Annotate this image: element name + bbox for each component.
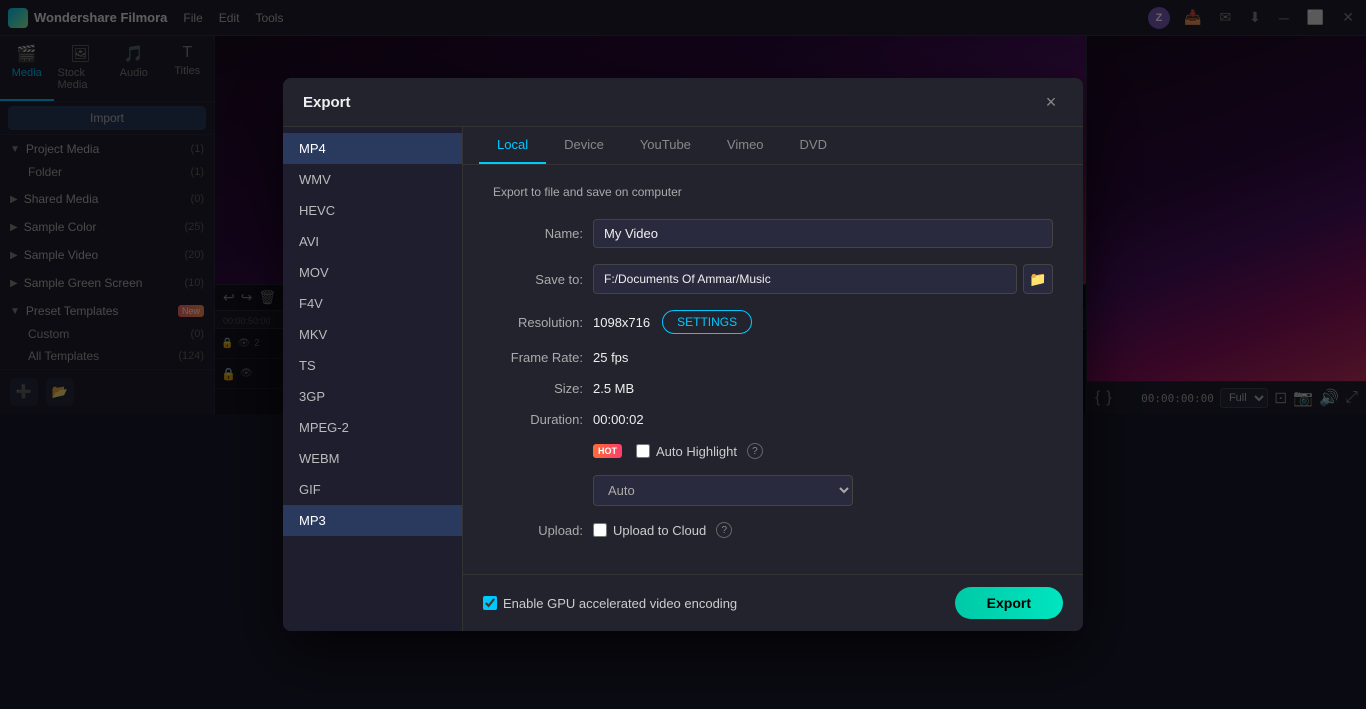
format-wmv[interactable]: WMV: [283, 164, 462, 195]
format-3gp[interactable]: 3GP: [283, 381, 462, 412]
form-row-upload: Upload: Upload to Cloud ?: [493, 522, 1053, 538]
gpu-label[interactable]: Enable GPU accelerated video encoding: [503, 596, 737, 611]
form-row-auto-highlight: HOT Auto Highlight ?: [493, 443, 1053, 459]
form-row-duration: Duration: 00:00:02: [493, 412, 1053, 427]
auto-highlight-checkbox[interactable]: [636, 444, 650, 458]
modal-close-btn[interactable]: ×: [1039, 90, 1063, 114]
name-label: Name:: [493, 226, 583, 241]
format-mov[interactable]: MOV: [283, 257, 462, 288]
tab-local[interactable]: Local: [479, 127, 546, 164]
upload-label: Upload:: [493, 523, 583, 538]
format-gif[interactable]: GIF: [283, 474, 462, 505]
save-path-container: 📁: [593, 264, 1053, 294]
size-label: Size:: [493, 381, 583, 396]
export-subtitle: Export to file and save on computer: [493, 185, 1053, 199]
modal-title: Export: [303, 94, 1039, 111]
auto-highlight-row: HOT Auto Highlight ?: [593, 443, 763, 459]
duration-label: Duration:: [493, 412, 583, 427]
save-path-input[interactable]: [593, 264, 1017, 294]
tab-vimeo[interactable]: Vimeo: [709, 127, 782, 164]
format-ts[interactable]: TS: [283, 350, 462, 381]
tab-dvd[interactable]: DVD: [782, 127, 845, 164]
export-form: Export to file and save on computer Name…: [463, 165, 1083, 574]
form-row-resolution: Resolution: 1098x716 SETTINGS: [493, 310, 1053, 334]
format-list: MP4 WMV HEVC AVI MOV F4V MKV TS 3GP MPEG…: [283, 127, 463, 631]
frame-rate-value: 25 fps: [593, 350, 628, 365]
modal-overlay[interactable]: Export × MP4 WMV HEVC AVI MOV F4V MKV TS…: [0, 0, 1366, 709]
modal-content: Local Device YouTube Vimeo DVD Export to…: [463, 127, 1083, 631]
form-row-name: Name:: [493, 219, 1053, 248]
format-mp4[interactable]: MP4: [283, 133, 462, 164]
form-row-size: Size: 2.5 MB: [493, 381, 1053, 396]
format-webm[interactable]: WEBM: [283, 443, 462, 474]
duration-value: 00:00:02: [593, 412, 644, 427]
gpu-checkbox[interactable]: [483, 596, 497, 610]
auto-highlight-help-icon[interactable]: ?: [747, 443, 763, 459]
save-to-label: Save to:: [493, 272, 583, 287]
upload-to-cloud-label[interactable]: Upload to Cloud: [613, 523, 706, 538]
auto-select-dropdown[interactable]: Auto: [593, 475, 853, 506]
format-hevc[interactable]: HEVC: [283, 195, 462, 226]
format-mkv[interactable]: MKV: [283, 319, 462, 350]
format-avi[interactable]: AVI: [283, 226, 462, 257]
format-f4v[interactable]: F4V: [283, 288, 462, 319]
upload-cloud-row: Upload to Cloud ?: [593, 522, 732, 538]
format-mp3[interactable]: MP3: [283, 505, 462, 536]
name-input[interactable]: [593, 219, 1053, 248]
form-row-save-to: Save to: 📁: [493, 264, 1053, 294]
size-value: 2.5 MB: [593, 381, 634, 396]
resolution-label: Resolution:: [493, 315, 583, 330]
modal-body: MP4 WMV HEVC AVI MOV F4V MKV TS 3GP MPEG…: [283, 127, 1083, 631]
auto-highlight-label[interactable]: Auto Highlight: [656, 444, 737, 459]
upload-help-icon[interactable]: ?: [716, 522, 732, 538]
export-modal: Export × MP4 WMV HEVC AVI MOV F4V MKV TS…: [283, 78, 1083, 631]
hot-badge: HOT: [593, 444, 622, 458]
tab-youtube[interactable]: YouTube: [622, 127, 709, 164]
resolution-container: 1098x716 SETTINGS: [593, 310, 752, 334]
form-row-auto-select: Auto: [493, 475, 1053, 506]
modal-tabs: Local Device YouTube Vimeo DVD: [463, 127, 1083, 165]
browse-folder-btn[interactable]: 📁: [1023, 264, 1053, 294]
format-mpeg2[interactable]: MPEG-2: [283, 412, 462, 443]
resolution-value: 1098x716: [593, 315, 650, 330]
gpu-checkbox-container: Enable GPU accelerated video encoding: [483, 596, 945, 611]
form-row-frame-rate: Frame Rate: 25 fps: [493, 350, 1053, 365]
modal-header: Export ×: [283, 78, 1083, 127]
modal-footer: Enable GPU accelerated video encoding Ex…: [463, 574, 1083, 631]
frame-rate-label: Frame Rate:: [493, 350, 583, 365]
upload-cloud-checkbox[interactable]: [593, 523, 607, 537]
settings-btn[interactable]: SETTINGS: [662, 310, 752, 334]
tab-device[interactable]: Device: [546, 127, 622, 164]
export-button[interactable]: Export: [955, 587, 1063, 619]
